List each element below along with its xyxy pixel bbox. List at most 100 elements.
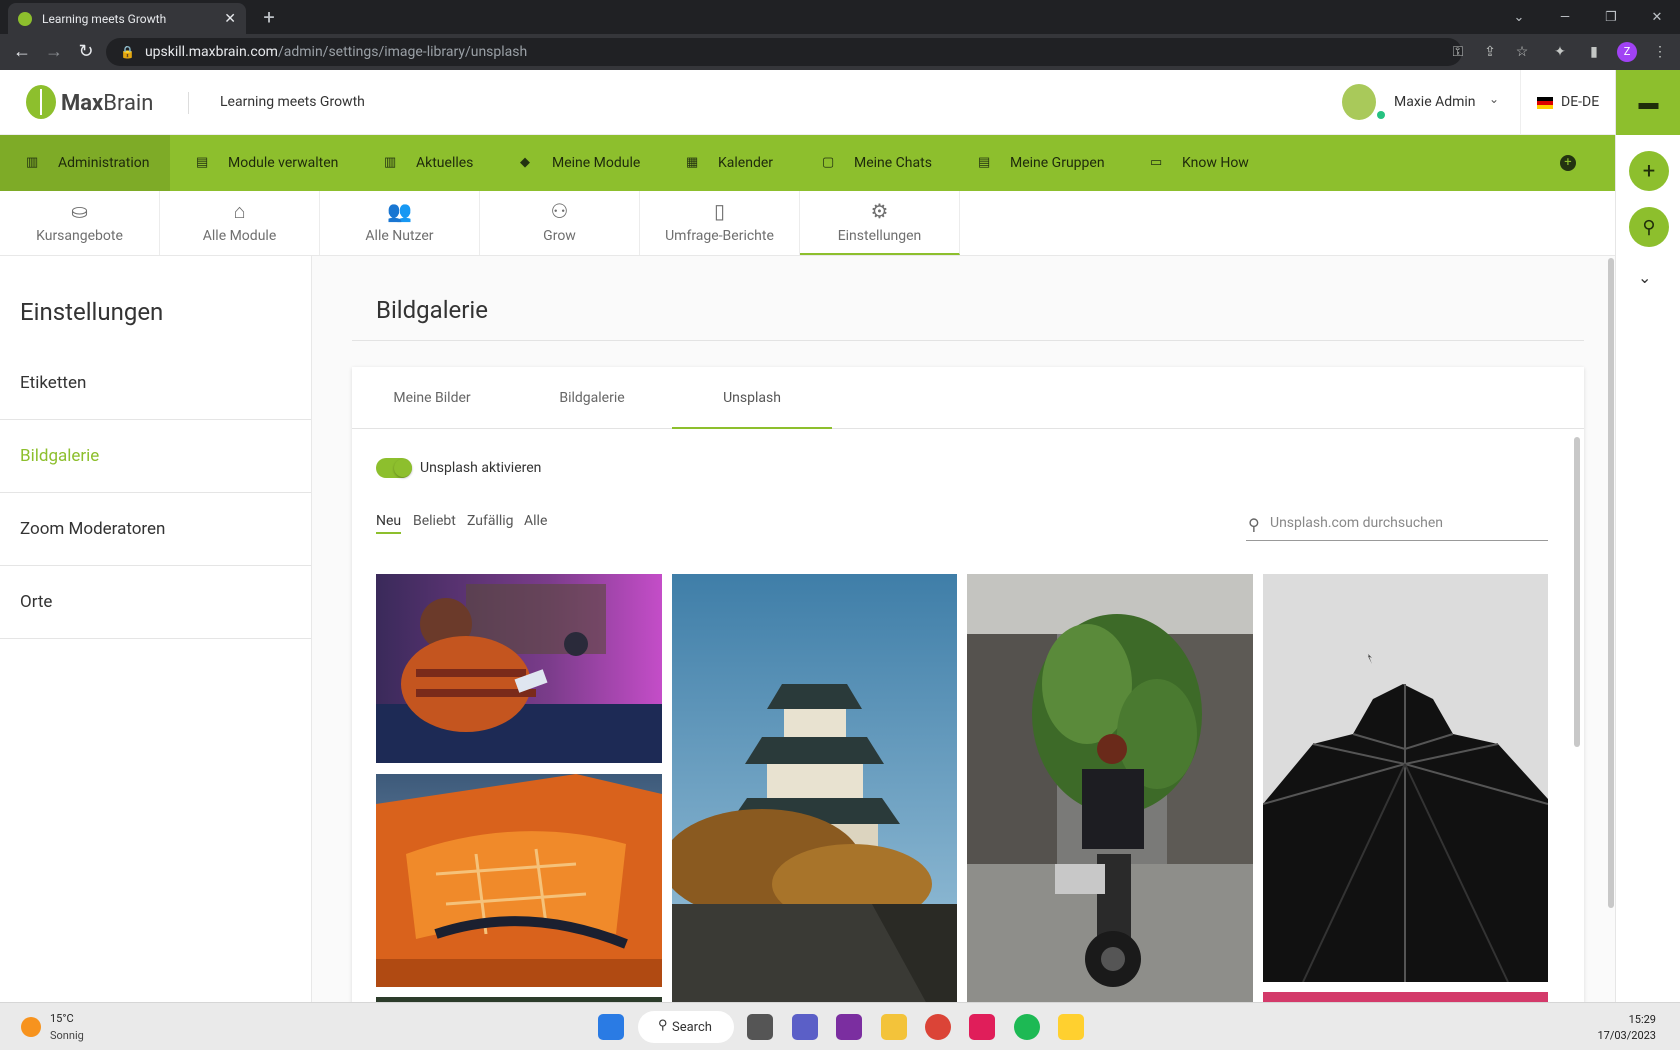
tab-meine-bilder[interactable]: Meine Bilder — [352, 367, 512, 429]
sidebar-item-etiketten[interactable]: Etiketten — [0, 347, 311, 420]
subnav-kursangebote[interactable]: ⛀ Kursangebote — [0, 191, 160, 255]
taskbar-search-label: Search — [672, 1019, 712, 1035]
browser-tabstrip: Learning meets Growth ✕ + ⌄ — ❐ ✕ — [0, 0, 1680, 34]
back-icon[interactable]: ← — [10, 40, 34, 64]
menu-icon[interactable]: ⋮ — [1650, 42, 1670, 62]
reload-icon[interactable]: ↻ — [74, 40, 98, 64]
close-tab-icon[interactable]: ✕ — [224, 11, 236, 27]
spotify-icon[interactable] — [1014, 1014, 1040, 1040]
language-selector[interactable]: DE-DE — [1561, 94, 1599, 110]
filter-zufaellig[interactable]: Zufällig — [467, 513, 514, 532]
app-header: MaxBrain Learning meets Growth Maxie Adm… — [0, 70, 1615, 135]
admin-icon: ▥ — [26, 155, 39, 170]
url-field[interactable]: 🔒 upskill.maxbrain.com /admin/settings/i… — [106, 38, 1462, 66]
browser-tab-title: Learning meets Growth — [42, 11, 167, 26]
miro-icon[interactable] — [1058, 1014, 1084, 1040]
teams-icon[interactable] — [792, 1014, 818, 1040]
unsplash-toggle[interactable] — [376, 458, 412, 478]
subnav-alle-module[interactable]: ⌂ Alle Module — [160, 191, 320, 255]
nav-meine-module[interactable]: ◆ Meine Module — [494, 135, 640, 191]
user-name[interactable]: Maxie Admin — [1394, 94, 1476, 110]
task-view-icon[interactable] — [747, 1014, 773, 1040]
black-sculpture-photo[interactable] — [1263, 574, 1548, 982]
book-icon: ▭ — [1150, 155, 1163, 170]
filter-alle[interactable]: Alle — [524, 513, 547, 532]
chat-icon: ▢ — [822, 155, 835, 170]
chrome-icon[interactable] — [925, 1014, 951, 1040]
onenote-icon[interactable] — [836, 1014, 862, 1040]
filter-neu[interactable]: Neu — [376, 513, 402, 534]
group-folder-icon: ▤ — [978, 155, 991, 170]
chat-icon[interactable]: ▬ — [1616, 70, 1680, 135]
tab-unsplash[interactable]: Unsplash — [672, 367, 832, 429]
slack-icon[interactable] — [969, 1014, 995, 1040]
add-button[interactable]: + — [1629, 151, 1669, 191]
weather-temperature[interactable]: 15°C — [50, 1012, 74, 1025]
image-library-card: Meine Bilder Bildgalerie Unsplash Unspla… — [352, 367, 1584, 1017]
tab-bildgalerie[interactable]: Bildgalerie — [512, 367, 672, 429]
extensions-icon[interactable]: ✦ — [1550, 42, 1570, 62]
page-scrollbar[interactable] — [1608, 258, 1614, 908]
taskbar-search[interactable]: ⚲ Search — [638, 1011, 734, 1043]
gallery-scrollbar[interactable] — [1574, 437, 1580, 747]
url-host: upskill.maxbrain.com — [144, 44, 278, 60]
sidebar-item-orte[interactable]: Orte — [0, 566, 311, 639]
subnav-einstellungen[interactable]: ⚙ Einstellungen — [800, 191, 960, 255]
woman-gaming-photo[interactable] — [376, 574, 662, 763]
minimize-button[interactable]: — — [1542, 0, 1588, 34]
logo-text[interactable]: MaxBrain — [61, 91, 153, 116]
weather-description[interactable]: Sonnig — [50, 1029, 84, 1042]
group-icon: ⚇ — [550, 199, 569, 223]
key-icon[interactable]: ⚿ — [1448, 42, 1468, 62]
lock-icon: 🔒 — [120, 45, 135, 59]
filter-beliebt[interactable]: Beliebt — [413, 513, 456, 532]
sidebar-item-zoom-moderatoren[interactable]: Zoom Moderatoren — [0, 493, 311, 566]
profile-avatar[interactable]: Z — [1617, 42, 1637, 62]
nav-know-how[interactable]: ▭ Know How — [1124, 135, 1249, 191]
sun-icon[interactable] — [21, 1017, 41, 1037]
favicon-icon — [18, 11, 32, 26]
windows-start-icon[interactable] — [598, 1014, 624, 1040]
german-flag-icon[interactable] — [1537, 97, 1553, 109]
subnav-umfrage-berichte[interactable]: ▯ Umfrage-Berichte — [640, 191, 800, 255]
address-bar: ← → ↻ 🔒 upskill.maxbrain.com /admin/sett… — [0, 34, 1680, 70]
nav-administration[interactable]: ▥ Administration — [0, 135, 170, 191]
restore-button[interactable]: ❐ — [1588, 0, 1634, 34]
search-button[interactable]: ⚲ — [1629, 207, 1669, 247]
settings-sidebar: Einstellungen Etiketten Bildgalerie Zoom… — [0, 256, 312, 1002]
nav-aktuelles[interactable]: ▥ Aktuelles — [358, 135, 473, 191]
nav-meine-chats[interactable]: ▢ Meine Chats — [796, 135, 932, 191]
nav-meine-gruppen[interactable]: ▤ Meine Gruppen — [952, 135, 1105, 191]
chevron-down-icon[interactable]: ⌄ — [1489, 92, 1499, 106]
calendar-icon: ▦ — [686, 155, 699, 170]
forward-icon[interactable]: → — [42, 40, 66, 64]
file-explorer-icon[interactable] — [881, 1014, 907, 1040]
close-window-button[interactable]: ✕ — [1634, 0, 1680, 34]
clock[interactable]: 15:29 17/03/2023 — [1597, 1012, 1656, 1044]
page-title: Bildgalerie — [376, 296, 488, 324]
library-tabs: Meine Bilder Bildgalerie Unsplash — [352, 367, 1584, 429]
share-icon[interactable]: ⇪ — [1480, 42, 1500, 62]
sidepanel-icon[interactable]: ▮ — [1584, 42, 1604, 62]
nav-add-icon[interactable]: + — [1560, 155, 1576, 171]
new-tab-button[interactable]: + — [256, 6, 282, 30]
chevron-down-icon[interactable]: ⌄ — [1638, 268, 1651, 287]
brain-logo-icon[interactable] — [26, 85, 56, 119]
motorbike-plants-photo[interactable] — [967, 574, 1253, 1004]
browser-tab[interactable]: Learning meets Growth ✕ — [8, 3, 246, 34]
windows-taskbar: 15°C Sonnig ⚲ Search 15:29 17/03/2023 — [0, 1002, 1680, 1050]
admin-subnav: ⛀ Kursangebote ⌂ Alle Module 👥 Alle Nutz… — [0, 191, 1615, 256]
star-icon[interactable]: ☆ — [1512, 42, 1532, 62]
user-avatar[interactable] — [1342, 84, 1376, 120]
subnav-grow[interactable]: ⚇ Grow — [480, 191, 640, 255]
nav-module-verwalten[interactable]: ▤ Module verwalten — [170, 135, 338, 191]
subnav-alle-nutzer[interactable]: 👥 Alle Nutzer — [320, 191, 480, 255]
sidebar-item-bildgalerie[interactable]: Bildgalerie — [0, 420, 311, 493]
nav-kalender[interactable]: ▦ Kalender — [660, 135, 773, 191]
search-input[interactable] — [1270, 515, 1540, 531]
search-icon: ⚲ — [658, 1018, 668, 1033]
orange-pavilion-photo[interactable] — [376, 774, 662, 987]
tab-search-icon[interactable]: ⌄ — [1496, 0, 1542, 34]
castle-photo[interactable] — [672, 574, 957, 1004]
online-status-icon — [1377, 111, 1385, 119]
